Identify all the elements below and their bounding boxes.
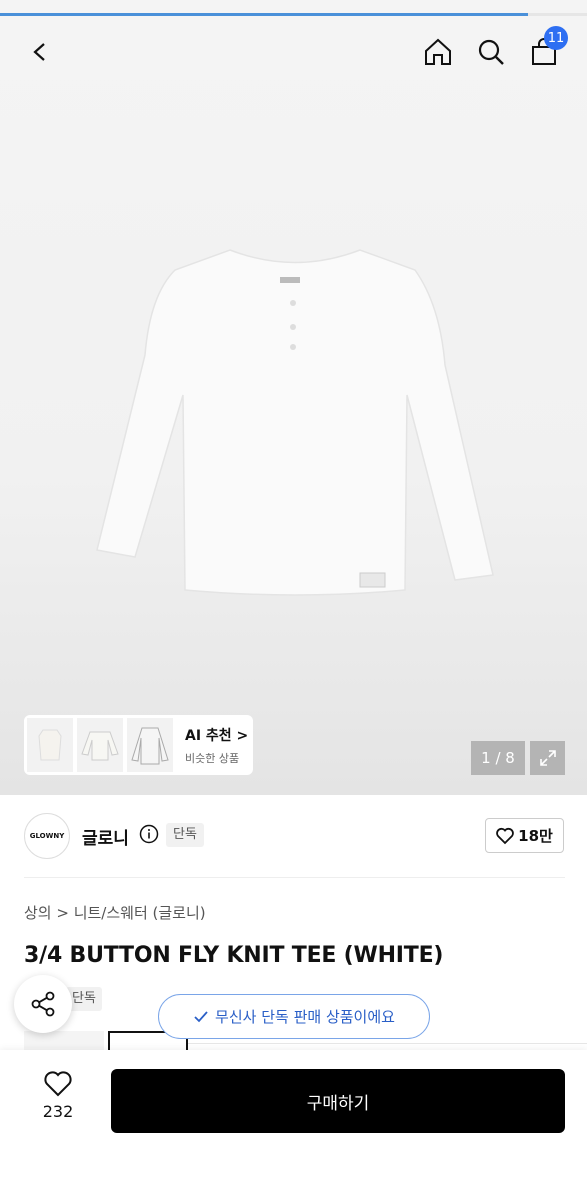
expand-image-button[interactable]: [530, 741, 565, 775]
product-title: 3/4 BUTTON FLY KNIT TEE (WHITE): [24, 943, 444, 968]
home-button[interactable]: [418, 32, 458, 72]
search-button[interactable]: [471, 32, 511, 72]
wishlist-count: 232: [42, 1102, 74, 1121]
exclusive-badge: 단독: [166, 823, 204, 847]
ai-thumb-1[interactable]: [27, 718, 73, 772]
toast-text: 무신사 단독 판매 상품이에요: [215, 1008, 395, 1026]
share-icon: [31, 991, 55, 1017]
product-image: [96, 249, 494, 596]
divider: [188, 1043, 587, 1044]
back-button[interactable]: [20, 32, 60, 72]
ai-recommendation-subtitle: 비슷한 상품: [185, 751, 240, 765]
heart-icon: [496, 827, 514, 844]
home-icon: [425, 38, 451, 65]
cart-button[interactable]: 11: [524, 26, 568, 72]
image-pager: 1 / 8: [471, 741, 525, 775]
ai-recommendation-text: AI 추천 > 비슷한 상품: [185, 725, 248, 766]
ai-recommendation-card[interactable]: AI 추천 > 비슷한 상품: [24, 715, 253, 775]
brand-like-button[interactable]: 18만: [485, 818, 564, 853]
chevron-left-icon: [33, 43, 45, 61]
brand-row: GLOWNY 글로니 단독 18만: [0, 810, 587, 866]
brand-like-count: 18만: [518, 827, 553, 845]
info-icon[interactable]: [139, 824, 159, 844]
wishlist-button[interactable]: 232: [24, 1070, 92, 1136]
search-icon: [478, 39, 504, 65]
ai-thumb-3[interactable]: [127, 718, 173, 772]
scroll-progress-bar: [0, 13, 587, 16]
ai-recommendation-title: AI 추천 >: [185, 727, 249, 744]
brand-name[interactable]: 글로니: [82, 824, 129, 849]
scroll-progress-fill: [0, 13, 529, 16]
heart-icon: [44, 1071, 72, 1097]
buy-button[interactable]: 구매하기: [111, 1069, 565, 1133]
divider: [24, 877, 565, 878]
ai-thumb-2[interactable]: [77, 718, 123, 772]
brand-logo[interactable]: GLOWNY: [24, 813, 70, 859]
breadcrumb[interactable]: 상의 > 니트/스웨터 (글로니): [24, 902, 206, 923]
share-button[interactable]: [14, 975, 72, 1033]
cart-count-badge: 11: [544, 26, 568, 50]
top-navigation-bar: 11: [0, 18, 587, 88]
exclusive-toast: 무신사 단독 판매 상품이에요: [158, 994, 430, 1039]
expand-icon: [539, 750, 556, 766]
check-icon: [194, 1010, 208, 1022]
